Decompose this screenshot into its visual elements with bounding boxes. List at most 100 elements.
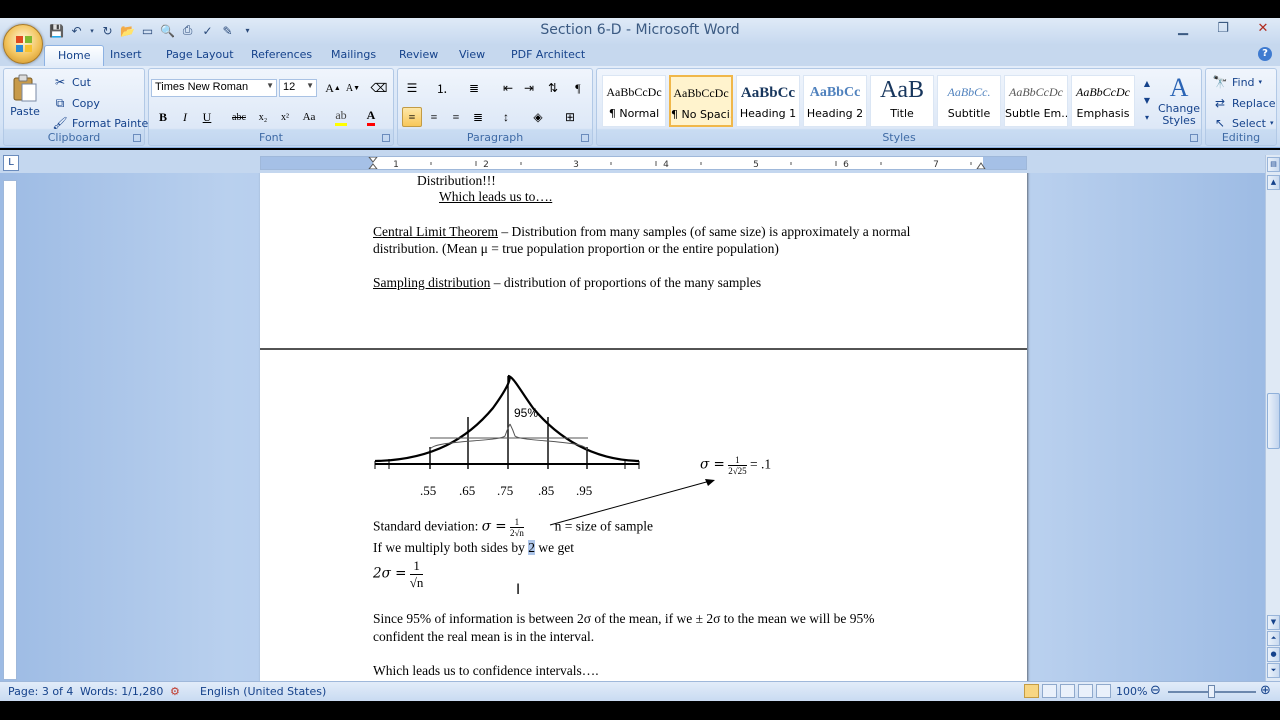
line-spacing-icon[interactable]: ↕	[496, 107, 516, 127]
paragraph-launcher-icon[interactable]	[581, 134, 589, 142]
web-layout-icon[interactable]	[1060, 684, 1075, 698]
font-color-icon[interactable]: A	[361, 107, 381, 127]
shading-icon[interactable]: ◈	[528, 107, 548, 127]
font-name-combo[interactable]: Times New Roman ▼	[151, 79, 277, 97]
change-styles-button[interactable]: A Change Styles	[1157, 73, 1201, 127]
clear-formatting-icon[interactable]: ⌫	[369, 78, 389, 98]
styles-launcher-icon[interactable]	[1190, 134, 1198, 142]
paste-icon	[13, 74, 37, 102]
scroll-down-icon[interactable]: ▼	[1267, 615, 1280, 630]
style-subtle-emphasis[interactable]: AaBbCcDc Subtle Em...	[1004, 75, 1068, 127]
numbering-icon[interactable]: ⒈	[432, 78, 452, 98]
style-heading-1[interactable]: AaBbCc Heading 1	[736, 75, 800, 127]
proofing-icon[interactable]: ⚙	[170, 685, 180, 698]
subscript-icon[interactable]: x₂	[253, 107, 273, 127]
tab-references[interactable]: References	[251, 48, 312, 61]
horizontal-ruler[interactable]: 1 2 3 4 5 6 7	[260, 156, 1027, 170]
style-heading-2[interactable]: AaBbCc Heading 2	[803, 75, 867, 127]
word-count[interactable]: Words: 1/1,280	[80, 685, 163, 698]
justify-icon[interactable]: ≣	[468, 107, 488, 127]
tab-insert[interactable]: Insert	[110, 48, 142, 61]
clt-paragraph-line1: Central Limit Theorem – Distribution fro…	[373, 224, 910, 240]
replace-button[interactable]: ⇄ Replace	[1212, 95, 1276, 111]
change-case-icon[interactable]: Aa	[299, 107, 319, 127]
page-indicator[interactable]: Page: 3 of 4	[8, 685, 73, 698]
previous-page-icon[interactable]: ⏶	[1267, 631, 1280, 646]
draft-icon[interactable]	[1096, 684, 1111, 698]
style-normal[interactable]: AaBbCcDc ¶ Normal	[602, 75, 666, 127]
paragraph-group-label: Paragraph	[466, 131, 524, 144]
scroll-up-icon[interactable]: ▲	[1267, 175, 1280, 190]
next-page-icon[interactable]: ⏷	[1267, 663, 1280, 678]
align-right-icon[interactable]: ≡	[446, 107, 466, 127]
restore-icon[interactable]: ❐	[1212, 20, 1234, 38]
close-icon[interactable]: ✕	[1252, 20, 1274, 38]
ribbon: Paste ✂ Cut ⧉ Copy 🖌 Format Painter Clip…	[0, 66, 1280, 148]
tab-view[interactable]: View	[459, 48, 485, 61]
zoom-out-icon[interactable]: ⊖	[1150, 683, 1161, 698]
office-logo-icon	[16, 36, 32, 52]
copy-button[interactable]: ⧉ Copy	[52, 95, 100, 111]
sort-icon[interactable]: ⇅	[543, 78, 563, 98]
document-page[interactable]: Distribution!!! Which leads us to…. Cent…	[260, 173, 1027, 350]
scroll-thumb[interactable]	[1267, 393, 1280, 449]
multilevel-list-icon[interactable]: ≣	[464, 78, 484, 98]
show-formatting-icon[interactable]: ¶	[568, 78, 588, 98]
grow-font-icon[interactable]: A ▲	[323, 78, 343, 98]
clipboard-launcher-icon[interactable]	[133, 134, 141, 142]
tab-home[interactable]: Home	[44, 45, 105, 66]
shrink-font-icon[interactable]: A ▼	[343, 78, 363, 98]
bold-icon[interactable]: B	[153, 107, 173, 127]
tab-selector-icon[interactable]: L	[3, 155, 19, 171]
style-sample: AaBbCc.	[947, 85, 991, 99]
font-launcher-icon[interactable]	[382, 134, 390, 142]
minimize-icon[interactable]: ▁	[1172, 20, 1194, 38]
document-page[interactable]: 95% .55 .65 .75 .85 .95 σ = 1 2√25 = .1 S…	[260, 350, 1027, 681]
selected-text[interactable]: 2	[528, 540, 535, 555]
borders-icon[interactable]: ⊞	[560, 107, 580, 127]
select-browse-object-icon[interactable]: ●	[1267, 647, 1280, 662]
style-emphasis[interactable]: AaBbCcDc Emphasis	[1071, 75, 1135, 127]
office-button[interactable]	[3, 24, 43, 64]
outline-icon[interactable]	[1078, 684, 1093, 698]
clt-def-1: – Distribution from many samples (of sam…	[497, 224, 911, 239]
zoom-level[interactable]: 100%	[1116, 685, 1147, 698]
bullets-icon[interactable]: ☰	[402, 78, 422, 98]
cut-button[interactable]: ✂ Cut	[52, 74, 91, 90]
align-center-icon[interactable]: ≡	[424, 107, 444, 127]
help-icon[interactable]: ?	[1258, 47, 1272, 61]
underline-icon[interactable]: U	[197, 107, 217, 127]
italic-icon[interactable]: I	[175, 107, 195, 127]
print-layout-icon[interactable]	[1024, 684, 1039, 698]
align-left-icon[interactable]: ≡	[402, 107, 422, 127]
doc-line-leads: Which leads us to….	[439, 189, 553, 204]
tab-page-layout[interactable]: Page Layout	[166, 48, 234, 61]
increase-indent-icon[interactable]: ⇥	[519, 78, 539, 98]
find-button[interactable]: 🔭 Find ▾	[1212, 74, 1263, 90]
format-painter-button[interactable]: 🖌 Format Painter	[52, 115, 152, 131]
view-ruler-icon[interactable]: ▤	[1267, 157, 1280, 172]
sigma-rhs: = .1	[750, 456, 772, 472]
full-screen-reading-icon[interactable]	[1042, 684, 1057, 698]
styles-scroll[interactable]: ▲ ▼ ▾	[1141, 75, 1153, 127]
tab-review[interactable]: Review	[399, 48, 438, 61]
font-size-combo[interactable]: 12 ▼	[279, 79, 317, 97]
vertical-ruler[interactable]	[3, 180, 17, 680]
decrease-indent-icon[interactable]: ⇤	[498, 78, 518, 98]
zoom-in-icon[interactable]: ⊕	[1260, 683, 1271, 698]
style-no-spacing[interactable]: AaBbCcDc ¶ No Spaci...	[669, 75, 733, 127]
tab-mailings[interactable]: Mailings	[331, 48, 376, 61]
zoom-slider-thumb[interactable]	[1208, 685, 1215, 698]
select-button[interactable]: ↖ Select ▾	[1212, 115, 1273, 131]
paste-button[interactable]: Paste	[10, 73, 40, 118]
since-line-2: confident the real mean is in the interv…	[373, 629, 595, 644]
style-subtitle[interactable]: AaBbCc. Subtitle	[937, 75, 1001, 127]
highlight-icon[interactable]: ab	[331, 107, 351, 127]
paragraph-group: ☰ ⒈ ≣ ⇤ ⇥ ⇅ ¶ ≡ ≡ ≡ ≣ ↕ ◈ ⊞ Paragraph	[397, 68, 593, 146]
vertical-scrollbar[interactable]: ▤ ▲ ▼ ⏶ ● ⏷	[1265, 155, 1280, 681]
superscript-icon[interactable]: x²	[275, 107, 295, 127]
strikethrough-icon[interactable]: abc	[229, 107, 249, 127]
language-indicator[interactable]: English (United States)	[200, 685, 326, 698]
tab-pdf-architect[interactable]: PDF Architect	[511, 48, 585, 61]
style-title[interactable]: AaB Title	[870, 75, 934, 127]
